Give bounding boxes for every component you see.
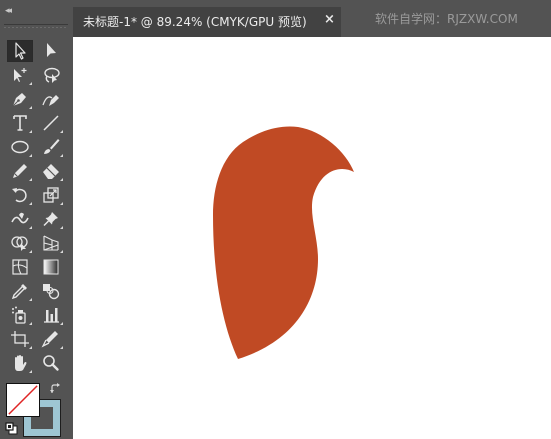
rotate-icon (12, 188, 27, 203)
scale-icon (43, 187, 59, 203)
gradient-tool[interactable] (38, 256, 64, 278)
arrow-outline-icon (15, 42, 26, 60)
tool-group-indicator (60, 226, 63, 229)
tool-group-indicator (29, 226, 32, 229)
none-fill-indicator (8, 385, 38, 415)
shape-builder-icon (11, 236, 28, 251)
line-icon (43, 115, 59, 131)
fill-swatch[interactable] (6, 383, 40, 417)
selection-tool[interactable] (7, 40, 33, 62)
artboard-icon (11, 331, 29, 347)
type-tool[interactable] (7, 112, 33, 134)
default-fill-stroke-icon[interactable] (5, 422, 18, 435)
blend-icon (43, 284, 60, 300)
eyedropper-tool[interactable] (7, 280, 33, 302)
slice-knife-icon (41, 331, 58, 348)
artboard-tool[interactable] (7, 328, 33, 350)
document-tab-title: 未标题-1* @ 89.24% (CMYK/GPU 预览) (83, 15, 307, 29)
tool-group-indicator (29, 82, 32, 85)
tool-group-indicator (29, 322, 32, 325)
pencil-icon (13, 164, 27, 178)
gradient-icon (43, 259, 59, 275)
type-icon (13, 115, 27, 131)
puppet-warp-tool[interactable] (38, 208, 64, 230)
tool-group-indicator (60, 250, 63, 253)
tool-group-indicator (60, 154, 63, 157)
tool-group-indicator (29, 370, 32, 373)
symbol-sprayer-tool[interactable] (7, 304, 33, 326)
close-tab-icon[interactable]: × (324, 12, 335, 27)
magic-wand-icon (14, 68, 27, 82)
ellipse-tool[interactable] (7, 136, 33, 158)
document-tab[interactable]: 未标题-1* @ 89.24% (CMYK/GPU 预览) × (73, 7, 341, 37)
tool-group-indicator (29, 202, 32, 205)
perspective-grid-icon (43, 235, 59, 251)
magic-wand-tool[interactable] (7, 64, 33, 86)
tool-group-indicator (29, 154, 32, 157)
watermark-text: 软件自学网：RJZXW.COM (375, 12, 518, 26)
direct-selection-tool[interactable] (38, 40, 64, 62)
feather-path[interactable] (213, 126, 354, 359)
tool-group-indicator (60, 178, 63, 181)
collapse-panel-icon[interactable]: ◂◂ (5, 6, 19, 16)
zoom-tool[interactable] (38, 352, 64, 374)
lasso-icon (44, 67, 60, 83)
symbol-sprayer-icon (12, 306, 26, 324)
eraser-tool[interactable] (38, 160, 64, 182)
tool-group-indicator (29, 130, 32, 133)
eyedropper-icon (11, 284, 27, 300)
tool-group-indicator (60, 346, 63, 349)
tool-group-indicator (29, 250, 32, 253)
column-graph-tool[interactable] (38, 304, 64, 326)
warp-tool[interactable] (7, 208, 33, 230)
tool-group-indicator (29, 298, 32, 301)
panel-grip[interactable] (4, 24, 68, 32)
eraser-icon (43, 164, 59, 179)
tool-group-indicator (29, 106, 32, 109)
tool-group-indicator (60, 202, 63, 205)
tool-group-indicator (29, 178, 32, 181)
bar-graph-icon (44, 308, 59, 323)
lasso-tool[interactable] (38, 64, 64, 86)
swap-fill-stroke-icon[interactable] (50, 383, 62, 395)
rotate-tool[interactable] (7, 184, 33, 206)
hand-tool[interactable] (7, 352, 33, 374)
arrow-solid-icon (47, 43, 56, 57)
pushpin-icon (43, 212, 58, 227)
pencil-tool[interactable] (7, 160, 33, 182)
mesh-icon (12, 259, 28, 275)
warp-icon (11, 212, 29, 224)
hand-icon (15, 355, 27, 371)
brush-icon (44, 139, 60, 154)
line-segment-tool[interactable] (38, 112, 64, 134)
curvature-pen-icon (42, 95, 59, 106)
tool-group-indicator (60, 130, 63, 133)
mesh-tool[interactable] (7, 256, 33, 278)
tool-group-indicator (29, 346, 32, 349)
artboard-canvas[interactable] (73, 37, 551, 439)
feather-shape[interactable] (73, 37, 551, 439)
perspective-grid-tool[interactable] (38, 232, 64, 254)
document-tab-bar: 未标题-1* @ 89.24% (CMYK/GPU 预览) × 软件自学网：RJ… (73, 0, 551, 37)
tool-group-indicator (60, 322, 63, 325)
tools-panel: ◂◂ (0, 0, 73, 439)
magnifier-icon (43, 355, 59, 371)
pen-tool[interactable] (7, 88, 33, 110)
scale-tool[interactable] (38, 184, 64, 206)
curvature-tool[interactable] (38, 88, 64, 110)
pen-icon (12, 93, 26, 107)
blend-tool[interactable] (38, 280, 64, 302)
shape-builder-tool[interactable] (7, 232, 33, 254)
paintbrush-tool[interactable] (38, 136, 64, 158)
ellipse-icon (11, 140, 29, 154)
slice-tool[interactable] (38, 328, 64, 350)
